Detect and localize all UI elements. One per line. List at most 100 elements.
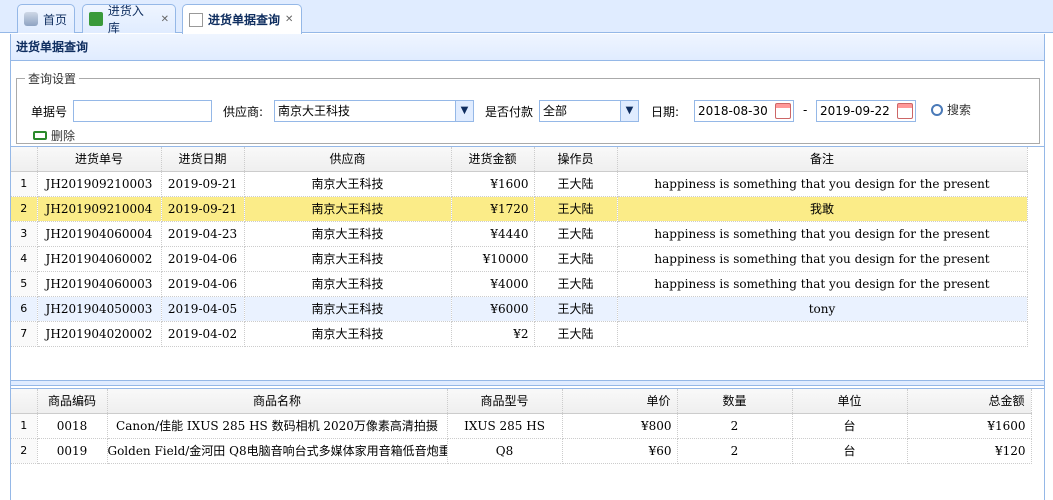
column-header[interactable]: 供应商 [244,147,452,172]
column-header[interactable]: 商品名称 [107,389,448,414]
column-header[interactable]: 数量 [677,389,793,414]
date-from-input[interactable]: 2018-08-30 [694,100,794,122]
item-code: 0018 [37,413,108,439]
order-operator: 王大陆 [534,196,618,222]
column-header[interactable]: 进货日期 [161,147,245,172]
table-row[interactable]: 3 JH201904060004 2019-04-23 南京大王科技 ¥4440… [11,221,1028,247]
table-row[interactable]: 2 0019 Golden Field/金河田 Q8电脑音响台式多媒体家用音箱低… [11,438,1032,464]
row-number: 2 [11,438,38,464]
item-total: ¥120 [907,438,1032,464]
order-supplier: 南京大王科技 [244,196,452,222]
date-to-input[interactable]: 2019-09-22 [816,100,916,122]
chevron-down-icon[interactable]: ▼ [455,101,473,121]
table-row[interactable]: 5 JH201904060003 2019-04-06 南京大王科技 ¥4000… [11,271,1028,297]
order-supplier: 南京大王科技 [244,321,452,347]
query-panel: 进货单据查询 查询设置 单据号 供应商: 南京大王科技 ▼ 是否付款 全部 ▼ … [10,34,1045,500]
order-note: happiness is something that you design f… [617,246,1028,272]
supplier-value: 南京大王科技 [278,104,351,118]
order-supplier: 南京大王科技 [244,296,452,322]
order-amount: ¥10000 [451,246,535,272]
panel-title: 进货单据查询 [11,34,1044,61]
order-supplier: 南京大王科技 [244,271,452,297]
chevron-down-icon[interactable]: ▼ [620,101,638,121]
column-header[interactable]: 进货单号 [37,147,162,172]
item-model: IXUS 285 HS [447,413,563,439]
order-operator: 王大陆 [534,271,618,297]
order-no: JH201904060004 [37,221,162,247]
items-grid: 商品编码 商品名称 商品型号 单价 数量 单位 总金额 1 0018 Canon… [11,388,1044,500]
item-price: ¥800 [562,413,678,439]
order-operator: 王大陆 [534,296,618,322]
order-no-label: 单据号 [31,105,68,119]
order-note: 我敢 [617,196,1028,222]
table-row[interactable]: 1 0018 Canon/佳能 IXUS 285 HS 数码相机 2020万像素… [11,413,1032,439]
column-header[interactable]: 单价 [562,389,678,414]
item-price: ¥60 [562,438,678,464]
order-supplier: 南京大王科技 [244,221,452,247]
column-header[interactable]: 总金额 [907,389,1032,414]
column-header[interactable]: 备注 [617,147,1028,172]
order-amount: ¥2 [451,321,535,347]
order-operator: 王大陆 [534,321,618,347]
home-icon [24,12,38,26]
orders-header-row: 进货单号 进货日期 供应商 进货金额 操作员 备注 [11,147,1028,172]
item-qty: 2 [677,438,793,464]
order-date: 2019-04-23 [161,221,245,247]
table-row[interactable]: 4 JH201904060002 2019-04-06 南京大王科技 ¥1000… [11,246,1028,272]
column-header[interactable]: 商品编码 [37,389,108,414]
items-table: 商品编码 商品名称 商品型号 单价 数量 单位 总金额 1 0018 Canon… [11,389,1032,464]
order-date: 2019-04-06 [161,271,245,297]
date-from-value: 2018-08-30 [698,104,768,118]
search-button[interactable]: 搜索 [931,101,971,118]
order-no-input[interactable] [73,100,212,122]
search-icon [931,103,943,116]
column-header[interactable]: 商品型号 [447,389,563,414]
orders-grid: 进货单号 进货日期 供应商 进货金额 操作员 备注 1 JH2019092100… [11,146,1044,380]
item-unit: 台 [792,413,908,439]
tab-order-query[interactable]: 进货单据查询 ✕ [182,4,302,34]
paid-value: 全部 [543,104,568,118]
order-note: happiness is something that you design f… [617,171,1028,197]
order-amount: ¥1720 [451,196,535,222]
stock-in-icon [89,12,103,26]
row-number: 6 [11,296,38,322]
close-icon[interactable]: ✕ [161,14,169,25]
search-label: 搜索 [947,103,972,117]
order-note: tony [617,296,1028,322]
tab-home[interactable]: 首页 [17,4,75,33]
table-row[interactable]: 1 JH201909210003 2019-09-21 南京大王科技 ¥1600… [11,171,1028,197]
item-name: Golden Field/金河田 Q8电脑音响台式多媒体家用音箱低音炮重低音 [107,438,448,464]
calendar-icon[interactable] [775,103,791,119]
tab-bar: 首页 进货入库 ✕ 进货单据查询 ✕ [0,0,1053,35]
query-settings: 查询设置 单据号 供应商: 南京大王科技 ▼ 是否付款 全部 ▼ 日期: 201… [16,70,1040,144]
paid-select[interactable]: 全部 ▼ [539,100,639,122]
date-separator: - [803,103,808,117]
order-amount: ¥4440 [451,221,535,247]
close-icon[interactable]: ✕ [285,14,293,25]
order-note [617,321,1028,347]
order-date: 2019-04-05 [161,296,245,322]
delete-button[interactable]: 删除 [33,127,75,144]
tab-stock-in[interactable]: 进货入库 ✕ [82,4,176,35]
order-no: JH201904020002 [37,321,162,347]
order-operator: 王大陆 [534,246,618,272]
delete-label: 删除 [51,129,76,143]
column-header[interactable]: 操作员 [534,147,618,172]
table-row[interactable]: 2 JH201909210004 2019-09-21 南京大王科技 ¥1720… [11,196,1028,222]
column-header[interactable]: 单位 [792,389,908,414]
calendar-icon[interactable] [897,103,913,119]
row-number: 5 [11,271,38,297]
order-date: 2019-09-21 [161,196,245,222]
order-amount: ¥4000 [451,271,535,297]
item-total: ¥1600 [907,413,1032,439]
item-unit: 台 [792,438,908,464]
items-header-row: 商品编码 商品名称 商品型号 单价 数量 单位 总金额 [11,389,1032,414]
order-no: JH201909210004 [37,196,162,222]
row-number-header [11,147,38,172]
column-header[interactable]: 进货金额 [451,147,535,172]
supplier-select[interactable]: 南京大王科技 ▼ [274,100,474,122]
table-row[interactable]: 7 JH201904020002 2019-04-02 南京大王科技 ¥2 王大… [11,321,1028,347]
order-supplier: 南京大王科技 [244,171,452,197]
table-row[interactable]: 6 JH201904050003 2019-04-05 南京大王科技 ¥6000… [11,296,1028,322]
grid-splitter[interactable] [11,380,1044,386]
